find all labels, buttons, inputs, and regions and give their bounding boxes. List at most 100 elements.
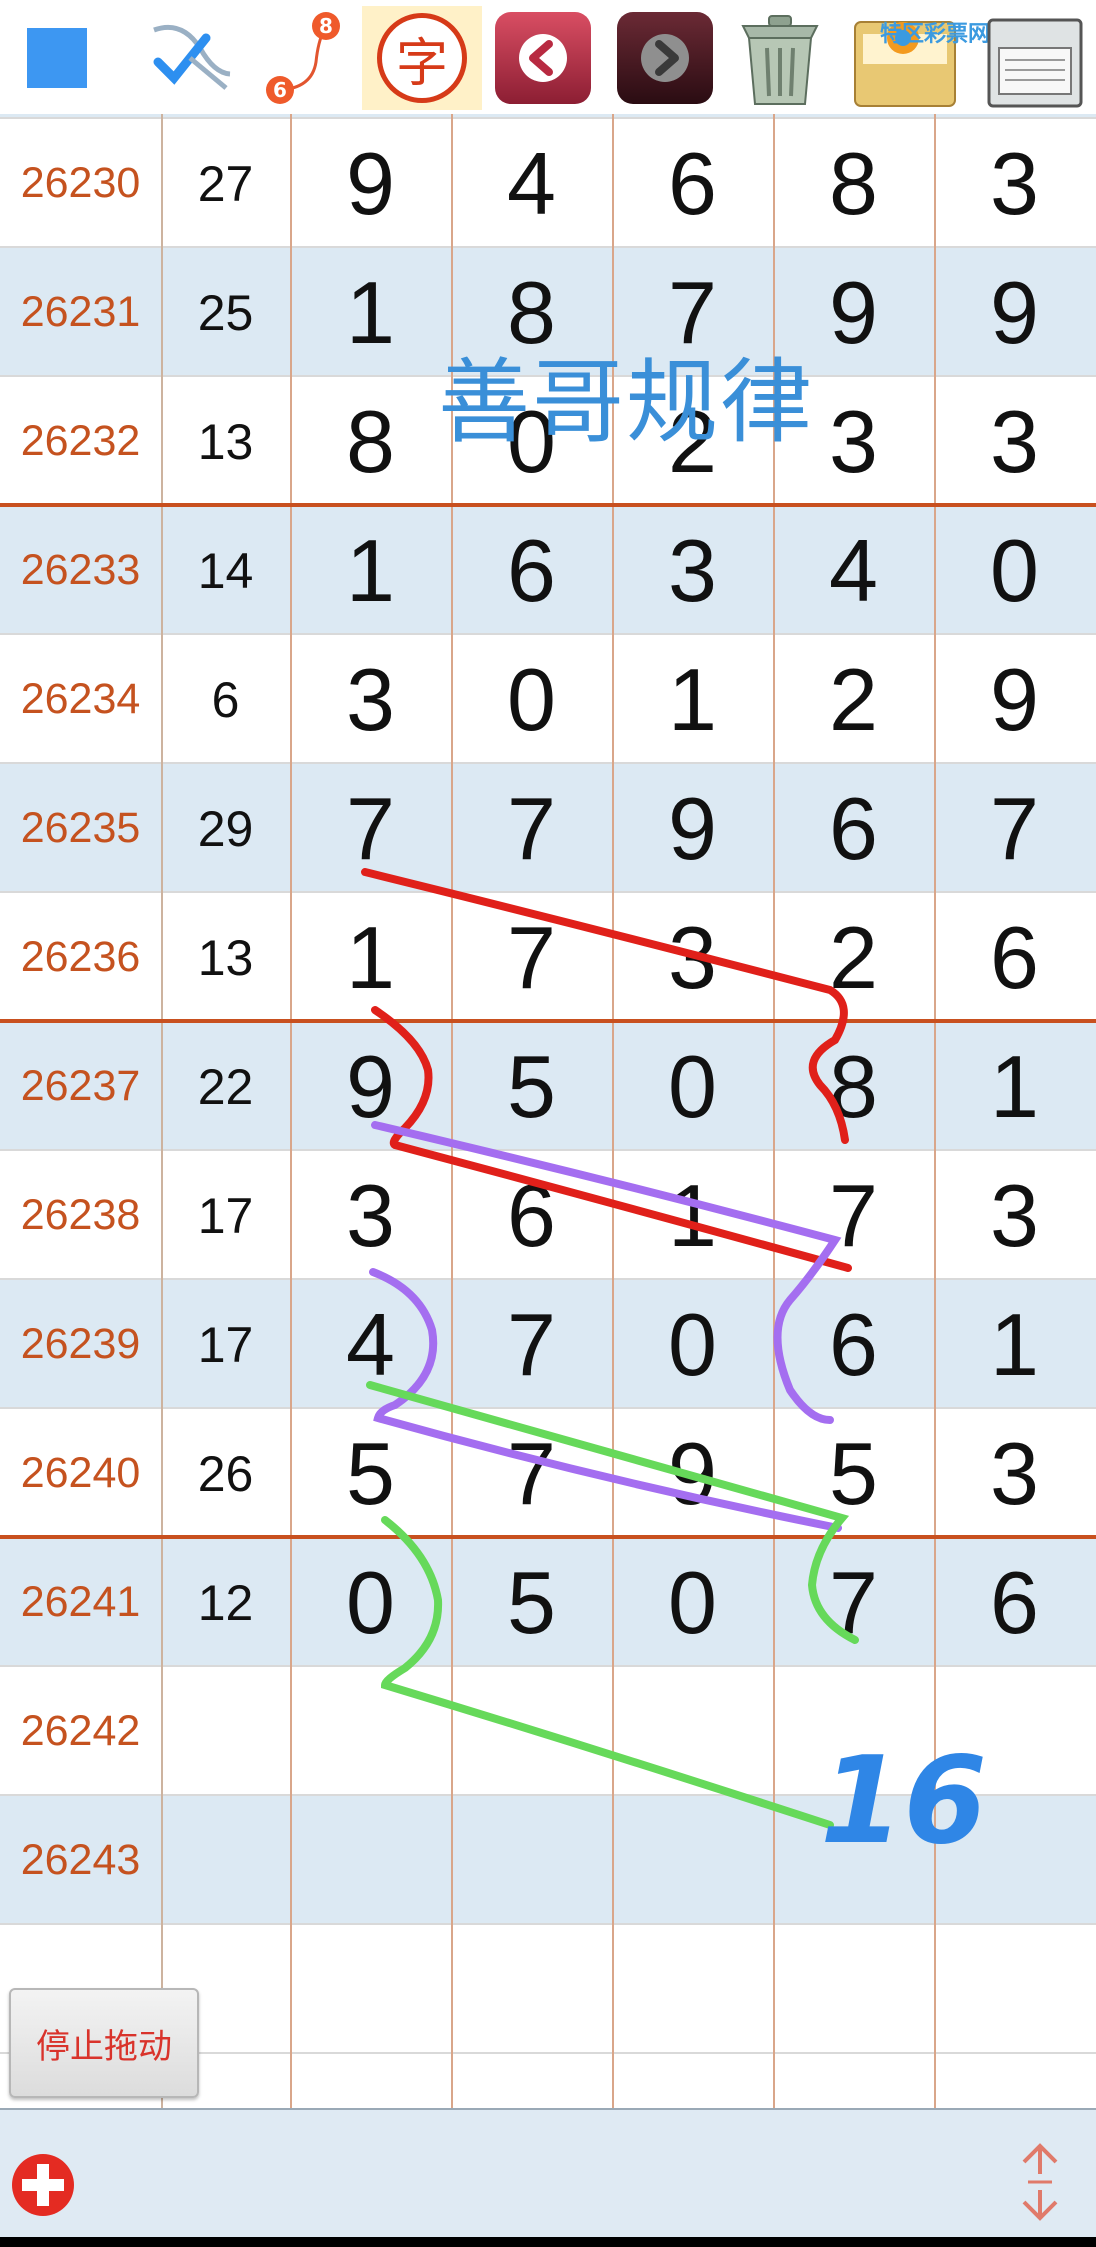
draw-digit: 3 [668, 520, 717, 620]
digit-sum [161, 1667, 290, 1796]
draw-digit: 9 [990, 262, 1039, 362]
draw-digit: 7 [507, 1423, 556, 1523]
draw-digit: 7 [990, 778, 1039, 878]
draw-digit [290, 1796, 451, 1925]
curve-68-icon[interactable]: 6 8 [252, 6, 352, 110]
issue-number: 26240 [20, 1449, 141, 1497]
draw-digit: 1 [990, 1036, 1039, 1136]
digit-sum: 29 [197, 800, 254, 857]
digit-sum: 27 [197, 155, 254, 212]
issue-number: 26243 [20, 1836, 141, 1884]
folder-icon[interactable]: 特区彩票网 [844, 6, 990, 110]
draw-digit: 8 [346, 391, 395, 491]
draw-digit: 4 [829, 520, 878, 620]
draw-digit: 0 [668, 1036, 717, 1136]
draw-digit: 7 [507, 778, 556, 878]
issue-number: 26237 [20, 1062, 141, 1110]
draw-digit: 5 [507, 1552, 556, 1652]
group-separator [0, 1019, 1096, 1023]
column-divider [612, 0, 614, 2108]
table-row: 26235 29 7 7 9 6 7 [0, 764, 1096, 893]
draw-digit [612, 1667, 773, 1796]
digit-sum: 13 [197, 413, 254, 470]
table-row: 26238 17 3 6 1 7 3 [0, 1151, 1096, 1280]
draw-digit: 5 [346, 1423, 395, 1523]
column-divider [451, 0, 453, 2108]
digit-sum [161, 1796, 290, 1925]
draw-digit: 7 [829, 1552, 878, 1652]
draw-digit: 3 [990, 391, 1039, 491]
draw-digit [773, 1925, 934, 2054]
draw-digit: 7 [346, 778, 395, 878]
draw-digit: 6 [507, 1165, 556, 1265]
scroll-updown-icon[interactable] [1010, 2140, 1070, 2224]
char-icon[interactable]: 字 [362, 6, 482, 110]
draw-digit [934, 1796, 1095, 1925]
draw-digit: 9 [346, 1036, 395, 1136]
issue-number: 26232 [20, 417, 141, 465]
issue-number: 26235 [20, 804, 141, 852]
digit-sum: 25 [197, 284, 254, 341]
bottom-bar [0, 2108, 1096, 2237]
draw-digit: 1 [668, 649, 717, 749]
group-separator [0, 1535, 1096, 1539]
draw-digit: 0 [668, 1294, 717, 1394]
digit-sum: 22 [197, 1058, 254, 1115]
draw-digit: 6 [829, 778, 878, 878]
table-row: 26241 12 0 5 0 7 6 [0, 1538, 1096, 1667]
toolbar: 6 8 字 特区彩票网 [0, 0, 1096, 114]
draw-digit: 9 [668, 778, 717, 878]
draw-digit: 6 [668, 133, 717, 233]
draw-digit: 1 [346, 907, 395, 1007]
draw-digit [934, 1925, 1095, 2054]
table-row: 26242 [0, 1667, 1096, 1796]
digit-sum: 17 [197, 1316, 254, 1373]
draw-digit [773, 1667, 934, 1796]
issue-number: 26238 [20, 1191, 141, 1239]
lottery-history-grid: 2622915280542623027946832623125187992623… [0, 0, 1096, 2108]
draw-digit: 3 [990, 1165, 1039, 1265]
column-divider [934, 0, 936, 2108]
issue-number: 26230 [20, 159, 141, 207]
draw-digit [612, 1796, 773, 1925]
screen-bottom-edge [0, 2237, 1096, 2247]
square-icon[interactable] [22, 6, 92, 110]
pen-icon[interactable] [140, 6, 240, 110]
draw-digit: 9 [346, 133, 395, 233]
trash-icon[interactable] [724, 6, 836, 110]
digit-sum: 12 [197, 1574, 254, 1631]
draw-digit: 1 [668, 1165, 717, 1265]
issue-number: 26239 [20, 1320, 141, 1368]
digit-sum: 26 [197, 1445, 254, 1502]
column-divider [773, 0, 775, 2108]
column-divider [161, 0, 163, 2108]
table-row: 26233 14 1 6 3 4 0 [0, 506, 1096, 635]
add-icon[interactable] [8, 2150, 78, 2220]
draw-digit: 0 [507, 649, 556, 749]
issue-number: 26241 [20, 1578, 141, 1626]
draw-digit [451, 1667, 612, 1796]
draw-digit: 0 [346, 1552, 395, 1652]
draw-digit: 5 [829, 1423, 878, 1523]
back-arrow-icon[interactable] [490, 6, 596, 110]
draw-digit: 5 [507, 1036, 556, 1136]
draw-digit: 2 [829, 907, 878, 1007]
forward-arrow-icon[interactable] [612, 6, 718, 110]
draw-digit: 6 [990, 907, 1039, 1007]
draw-digit: 9 [990, 649, 1039, 749]
stop-drag-button[interactable]: 停止拖动 [9, 1988, 199, 2098]
draw-digit: 0 [668, 1552, 717, 1652]
draw-digit [451, 1925, 612, 2054]
table-row: 26239 17 4 7 0 6 1 [0, 1280, 1096, 1409]
draw-digit: 4 [507, 133, 556, 233]
issue-number: 26242 [20, 1707, 141, 1755]
table-row: 26240 26 5 7 9 5 3 [0, 1409, 1096, 1538]
draw-digit: 4 [346, 1294, 395, 1394]
column-divider [290, 0, 292, 2108]
draw-digit: 1 [990, 1294, 1039, 1394]
draw-digit: 1 [346, 520, 395, 620]
draw-digit [773, 1796, 934, 1925]
notebook-icon[interactable] [976, 6, 1092, 110]
digit-sum: 14 [197, 542, 254, 599]
draw-digit: 3 [990, 1423, 1039, 1523]
